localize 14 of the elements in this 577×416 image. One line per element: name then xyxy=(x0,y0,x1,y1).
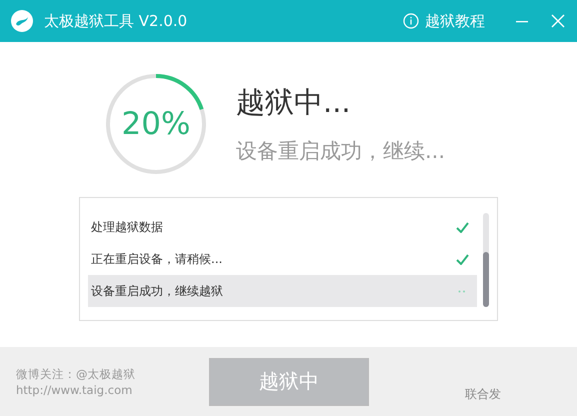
partner-text: 联合发 xyxy=(465,386,501,403)
log-row[interactable]: 处理越狱数据 xyxy=(88,211,477,243)
status-title: 越狱中... xyxy=(236,84,352,121)
logo-icon xyxy=(10,9,34,33)
log-row[interactable]: 正在重启设备，请稍候... xyxy=(88,243,477,275)
scrollbar[interactable] xyxy=(483,213,489,307)
status-message: 设备重启成功，继续... xyxy=(236,138,446,165)
scrollbar-thumb[interactable] xyxy=(483,252,489,307)
close-icon[interactable] xyxy=(551,14,565,28)
info-icon xyxy=(403,13,419,29)
log-row[interactable]: 设备重启成功，继续越狱 xyxy=(88,275,477,307)
window-title: 太极越狱工具 V2.0.0 xyxy=(44,12,188,30)
weibo-text: 微博关注：@太极越狱 xyxy=(16,366,136,382)
progress-percent: 20% xyxy=(122,106,190,142)
